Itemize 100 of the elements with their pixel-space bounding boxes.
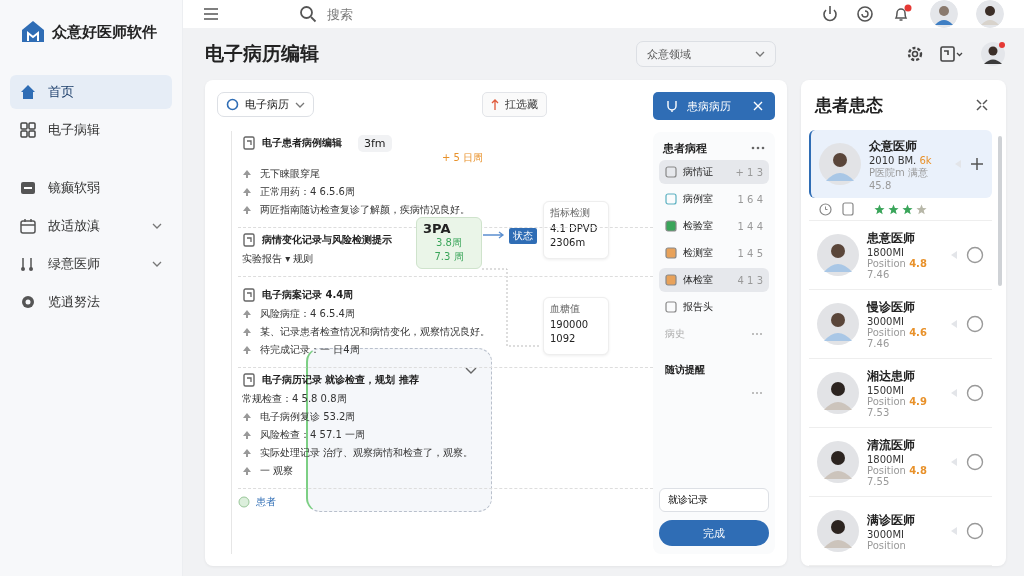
chevron-icon bbox=[152, 261, 162, 267]
bullet-icon bbox=[242, 430, 252, 440]
radio-button[interactable] bbox=[966, 384, 984, 402]
radio-button[interactable] bbox=[966, 453, 984, 471]
bullet-icon bbox=[242, 327, 252, 337]
entry-text: 风险病症：4 6.5.4周 bbox=[260, 307, 355, 321]
calendar-icon bbox=[20, 218, 36, 234]
triangle-icon bbox=[950, 457, 958, 467]
bell-icon[interactable] bbox=[892, 4, 912, 24]
metric-node: 3PA 3.8周 7.3 周 bbox=[416, 217, 482, 269]
clock-icon[interactable] bbox=[819, 202, 832, 216]
collapse-icon[interactable] bbox=[976, 99, 988, 111]
avatar bbox=[817, 441, 859, 483]
sort-button[interactable]: 扛选藏 bbox=[482, 92, 547, 117]
sidebar-item[interactable]: 览逍努法 bbox=[10, 285, 172, 319]
scrollbar[interactable] bbox=[998, 136, 1002, 286]
sidebar-item[interactable]: 镜癫软弱 bbox=[10, 171, 172, 205]
settings-icon[interactable] bbox=[906, 45, 924, 63]
bullet-icon bbox=[242, 205, 252, 215]
document-icon bbox=[242, 373, 256, 387]
logo-icon bbox=[20, 19, 46, 45]
refresh-icon[interactable] bbox=[856, 5, 874, 23]
course-item[interactable]: 病例室 1 6 4 bbox=[659, 187, 769, 211]
doctor-item[interactable]: 满诊医师 3000MI Position bbox=[809, 497, 992, 565]
entry-text: 某、记录患者检查情况和病情变化，观察情况良好。 bbox=[260, 325, 490, 339]
star-icon bbox=[874, 203, 885, 215]
avatar bbox=[817, 303, 859, 345]
course-item[interactable]: 报告头 bbox=[659, 295, 769, 319]
page-title: 电子病历编辑 bbox=[205, 41, 320, 66]
grid-icon bbox=[20, 122, 36, 138]
document-icon bbox=[242, 288, 256, 302]
bullet-icon bbox=[242, 309, 252, 319]
avatar[interactable] bbox=[980, 41, 1006, 67]
doctor-item[interactable]: 众意医师 2010 BM. 6k P医院m 满意45.8 bbox=[809, 130, 992, 198]
filter-dropdown[interactable]: 众意领域 bbox=[636, 41, 776, 67]
clipboard-icon[interactable] bbox=[842, 202, 854, 216]
metric-card: 血糖值 190000 1092 bbox=[543, 297, 609, 355]
menu-icon[interactable] bbox=[203, 7, 219, 21]
triangle-icon bbox=[950, 388, 958, 398]
course-item[interactable]: 体检室 4 1 3 bbox=[659, 268, 769, 292]
stethoscope-icon bbox=[665, 99, 679, 113]
triangle-icon bbox=[950, 319, 958, 329]
avatar[interactable] bbox=[976, 0, 1004, 28]
star-icon bbox=[888, 203, 899, 215]
search-field[interactable]: 搜索 bbox=[325, 5, 529, 23]
entry-title: 电子病案记录 4.4周 bbox=[262, 288, 354, 302]
record-tab[interactable]: 患病病历 bbox=[653, 92, 775, 120]
note-icon bbox=[20, 256, 36, 272]
panel-title: 患者患态 bbox=[815, 93, 883, 117]
bullet-icon bbox=[242, 169, 252, 179]
search-icon bbox=[299, 5, 317, 23]
doctor-item[interactable]: 清流医师 1800MI Position 4.8 7.55 bbox=[809, 428, 992, 496]
status-dot-icon bbox=[238, 496, 250, 508]
avatar bbox=[817, 234, 859, 276]
star-icon bbox=[902, 203, 913, 215]
circle-icon bbox=[226, 98, 239, 111]
course-item[interactable]: 检验室 1 4 4 bbox=[659, 214, 769, 238]
entry-text: 无下睐眼穿尾 bbox=[260, 167, 320, 181]
doctor-item[interactable]: 慢诊医师 3000MI Position 4.6 7.46 bbox=[809, 290, 992, 358]
input-field[interactable]: 就诊记录 bbox=[659, 488, 769, 512]
course-item[interactable]: 病情证 + 1 3 bbox=[659, 160, 769, 184]
item-icon bbox=[665, 301, 677, 313]
radio-button[interactable] bbox=[966, 522, 984, 540]
sidebar-item[interactable]: 首页 bbox=[10, 75, 172, 109]
entry-note: + 5 日周 bbox=[441, 151, 484, 165]
bullet-icon bbox=[242, 345, 252, 355]
power-icon[interactable] bbox=[822, 5, 838, 23]
plus-icon[interactable] bbox=[970, 157, 984, 171]
radio-button[interactable] bbox=[966, 246, 984, 264]
entry-subtitle: 实验报告 ▾ 规则 bbox=[242, 252, 314, 266]
duration-chip: 3fm bbox=[358, 134, 392, 152]
triangle-icon bbox=[950, 250, 958, 260]
chevron-icon bbox=[755, 51, 765, 57]
doctor-item[interactable]: 湘达患师 1500MI Position 4.9 7.53 bbox=[809, 359, 992, 427]
document-icon bbox=[242, 136, 256, 150]
course-item[interactable]: 检测室 1 4 5 bbox=[659, 241, 769, 265]
star-icon bbox=[916, 203, 927, 215]
sidebar-item[interactable]: 绿意医师 bbox=[10, 247, 172, 281]
footer-link[interactable]: 患者 bbox=[256, 495, 276, 509]
chevron-icon bbox=[152, 223, 162, 229]
entry-title: 电子病历记录 就诊检查，规划 推荐 bbox=[262, 373, 419, 387]
document-icon[interactable] bbox=[940, 45, 964, 63]
status-tag: 状态 bbox=[509, 228, 537, 244]
triangle-icon bbox=[950, 526, 958, 536]
more-icon[interactable] bbox=[751, 146, 765, 150]
close-icon[interactable] bbox=[753, 101, 763, 111]
entry-title: 病情变化记录与风险检测提示 bbox=[262, 233, 392, 247]
bullet-icon bbox=[242, 466, 252, 476]
item-icon bbox=[665, 220, 677, 232]
sidebar-item[interactable]: 电子病辑 bbox=[10, 113, 172, 147]
doctor-item[interactable]: 患意医师 1800MI Position 4.8 7.46 bbox=[809, 221, 992, 289]
section-title: 随访提醒 bbox=[664, 363, 706, 377]
entry-text: 待完成记录：一 日4周 bbox=[260, 343, 360, 357]
submit-button[interactable]: 完成 bbox=[659, 520, 769, 546]
avatar bbox=[817, 510, 859, 552]
sidebar-item[interactable]: 故适放滇 bbox=[10, 209, 172, 243]
bullet-icon bbox=[242, 412, 252, 422]
radio-button[interactable] bbox=[966, 315, 984, 333]
entry-text: 两匠指南随访检查复诊了解颜，疾病情况良好。 bbox=[260, 203, 470, 217]
record-select[interactable]: 电子病历 bbox=[217, 92, 314, 117]
